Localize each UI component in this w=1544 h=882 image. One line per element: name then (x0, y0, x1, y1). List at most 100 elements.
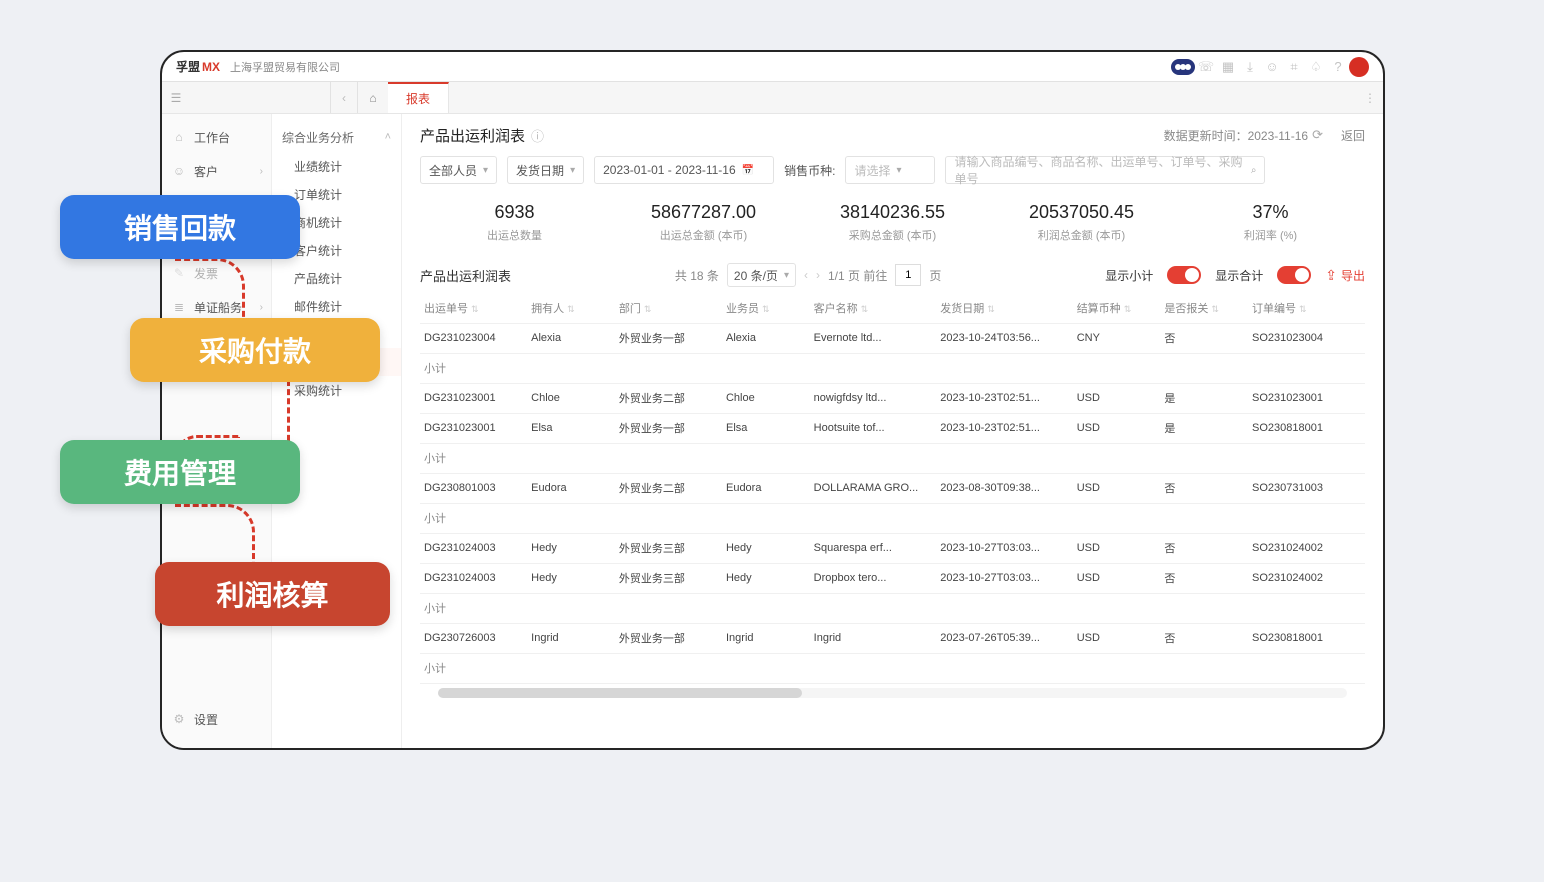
table-cell: 否 (1160, 533, 1248, 563)
ai-badge-icon[interactable] (1171, 59, 1195, 75)
table-cell: Hedy (722, 563, 810, 593)
timestamp-label: 数据更新时间：2023-11-16 (1164, 127, 1309, 144)
table-cell: DG231023001 (420, 413, 527, 443)
back-button[interactable]: 返回 (1341, 127, 1365, 144)
tab-reports[interactable]: 报表 (388, 82, 449, 113)
stat-value: 20537050.45 (987, 202, 1176, 223)
table-cell: 否 (1160, 473, 1248, 503)
column-header[interactable]: 结算币种⇅ (1073, 293, 1161, 323)
table-row[interactable]: DG231023001Chloe外贸业务二部Chloenowigfdsy ltd… (420, 383, 1365, 413)
chat-icon[interactable]: ☺ (1261, 56, 1283, 78)
brand-suffix: MX (202, 60, 220, 74)
table-cell: 2023-10-23T02:51... (936, 413, 1072, 443)
column-header[interactable]: 拥有人⇅ (527, 293, 615, 323)
filter-daterange-input[interactable]: 2023-01-01 - 2023-11-16📅 (594, 156, 774, 184)
pagesize-select[interactable]: 20 条/页▾ (727, 263, 796, 287)
table-row[interactable]: 小计 (420, 503, 1365, 533)
filter-datetype-select[interactable]: 发货日期▾ (507, 156, 584, 184)
table-cell: USD (1073, 533, 1161, 563)
filter-person-select[interactable]: 全部人员▾ (420, 156, 497, 184)
callout-expense: 费用管理 (60, 440, 300, 504)
titlebar: 孚盟 MX 上海孚盟贸易有限公司 ☏ ▦ ⤓ ☺ ⌗ ♤ ? (162, 52, 1383, 82)
table-row[interactable]: DG231023001Elsa外贸业务一部ElsaHootsuite tof..… (420, 413, 1365, 443)
download-icon[interactable]: ⤓ (1239, 56, 1261, 78)
company-name: 上海孚盟贸易有限公司 (230, 59, 340, 75)
bell-icon[interactable]: ♤ (1305, 56, 1327, 78)
table-cell: 外贸业务三部 (615, 533, 722, 563)
sort-icon: ⇅ (762, 304, 770, 314)
column-header[interactable]: 客户名称⇅ (810, 293, 937, 323)
horizontal-scrollbar[interactable] (438, 688, 1347, 698)
table-title: 产品出运利润表 (420, 266, 511, 285)
tabbar-more-icon[interactable]: ⋮ (1357, 91, 1383, 105)
submenu-item[interactable]: 业绩统计 (272, 152, 401, 180)
home-icon[interactable]: ⌂ (358, 82, 388, 113)
table-cell: Hedy (527, 563, 615, 593)
table-cell: SO231023004 (1248, 323, 1365, 353)
help-icon[interactable]: ? (1327, 56, 1349, 78)
chevron-down-icon: ▾ (483, 165, 488, 176)
table-row[interactable]: DG231024003Hedy外贸业务三部HedyDropbox tero...… (420, 563, 1365, 593)
column-header[interactable]: 部门⇅ (615, 293, 722, 323)
show-subtotal-toggle[interactable] (1167, 266, 1201, 284)
rail-item[interactable]: ⌂工作台 (162, 120, 271, 154)
sort-icon: ⇅ (861, 304, 869, 314)
search-input[interactable]: 请输入商品编号、商品名称、出运单号、订单号、采购单号⌕ (945, 156, 1265, 184)
export-icon: ⇪ (1325, 267, 1337, 284)
rail-item-settings[interactable]: ⚙ 设置 (162, 702, 271, 736)
brand-name: 孚盟 (176, 58, 200, 75)
tabbar: ☰ ‹ ⌂ 报表 ⋮ (162, 82, 1383, 114)
callout-profit: 利润核算 (155, 562, 390, 626)
page-prev-button[interactable]: ‹ (804, 268, 808, 282)
filter-currency-select[interactable]: 请选择▾ (845, 156, 935, 184)
table-cell: 外贸业务二部 (615, 383, 722, 413)
table-row[interactable]: DG231023004Alexia外贸业务一部AlexiaEvernote lt… (420, 323, 1365, 353)
column-header[interactable]: 发货日期⇅ (936, 293, 1072, 323)
page-next-button[interactable]: › (816, 268, 820, 282)
page-info: 1/1 页 前往 (828, 267, 887, 284)
table-cell: Alexia (527, 323, 615, 353)
column-header[interactable]: 业务员⇅ (722, 293, 810, 323)
submenu-item[interactable]: 产品统计 (272, 264, 401, 292)
column-header[interactable]: 订单编号⇅ (1248, 293, 1365, 323)
page-goto-input[interactable] (895, 264, 921, 286)
table-row[interactable]: DG230801003Eudora外贸业务二部EudoraDOLLARAMA G… (420, 473, 1365, 503)
chevron-down-icon: ▾ (570, 165, 575, 176)
table-row[interactable]: DG231024003Hedy外贸业务三部HedySquarespa erf..… (420, 533, 1365, 563)
data-grid[interactable]: 出运单号⇅拥有人⇅部门⇅业务员⇅客户名称⇅发货日期⇅结算币种⇅是否报关⇅订单编号… (402, 293, 1383, 748)
table-row[interactable]: 小计 (420, 653, 1365, 683)
table-cell: DG231024003 (420, 563, 527, 593)
apps-grid-icon[interactable]: ▦ (1217, 56, 1239, 78)
rail-item[interactable]: ☺客户› (162, 154, 271, 188)
stat-value: 38140236.55 (798, 202, 987, 223)
scan-icon[interactable]: ⌗ (1283, 56, 1305, 78)
table-cell: CNY (1073, 323, 1161, 353)
page-header: 产品出运利润表 ⓘ 数据更新时间：2023-11-16 ⟳ 返回 (402, 114, 1383, 156)
help-circle-icon[interactable]: ⓘ (531, 126, 544, 145)
column-header[interactable]: 出运单号⇅ (420, 293, 527, 323)
show-total-toggle[interactable] (1277, 266, 1311, 284)
menu-toggle-icon[interactable]: ☰ (162, 91, 190, 105)
table-row[interactable]: 小计 (420, 353, 1365, 383)
rail-item-icon: ⌂ (172, 130, 186, 144)
page-title: 产品出运利润表 (420, 125, 525, 146)
table-row[interactable]: DG230726003Ingrid外贸业务一部IngridIngrid2023-… (420, 623, 1365, 653)
nav-back-button[interactable]: ‹ (330, 82, 358, 113)
column-header[interactable]: 是否报关⇅ (1160, 293, 1248, 323)
table-cell: 是 (1160, 413, 1248, 443)
table-row[interactable]: 小计 (420, 593, 1365, 623)
headset-icon[interactable]: ☏ (1195, 56, 1217, 78)
app-window: 孚盟 MX 上海孚盟贸易有限公司 ☏ ▦ ⤓ ☺ ⌗ ♤ ? ☰ ‹ ⌂ 报表 … (160, 50, 1385, 750)
table-cell: 外贸业务三部 (615, 563, 722, 593)
refresh-icon[interactable]: ⟳ (1312, 127, 1323, 143)
submenu-group[interactable]: 综合业务分析 ˄ (272, 122, 401, 152)
gear-icon: ⚙ (172, 712, 186, 726)
stat-card: 37%利润率 (%) (1176, 202, 1365, 243)
submenu-item[interactable]: 邮件统计 (272, 292, 401, 320)
table-cell: 外贸业务一部 (615, 413, 722, 443)
user-avatar[interactable] (1349, 57, 1369, 77)
table-row[interactable]: 小计 (420, 443, 1365, 473)
table-cell: Hootsuite tof... (810, 413, 937, 443)
table-cell: 外贸业务一部 (615, 623, 722, 653)
export-button[interactable]: ⇪导出 (1325, 267, 1365, 284)
